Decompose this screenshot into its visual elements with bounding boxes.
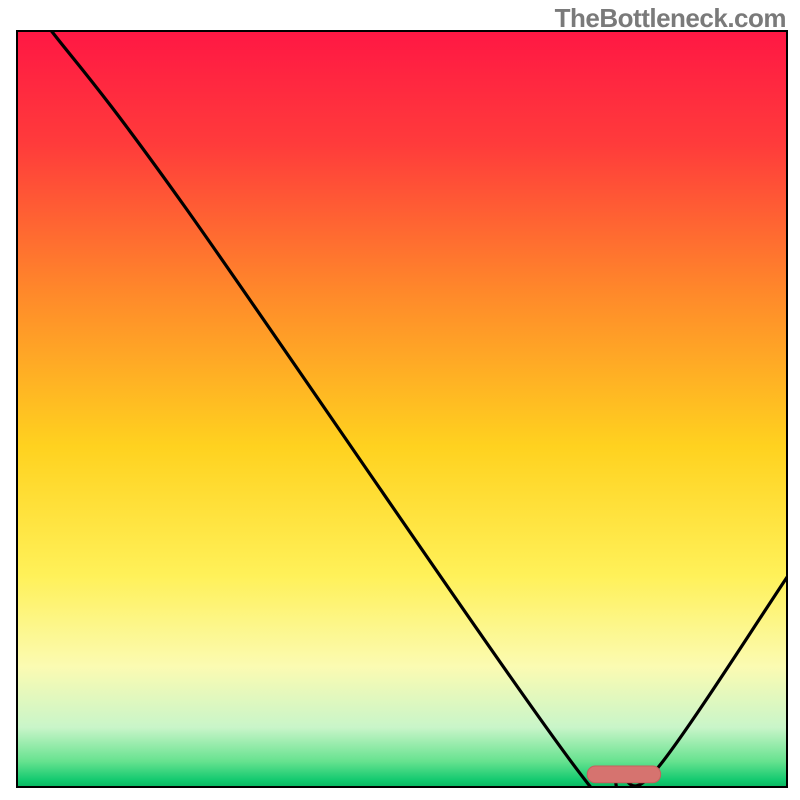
chart-frame: TheBottleneck.com — [0, 0, 800, 800]
plot-area — [16, 30, 788, 788]
chart-svg — [16, 30, 788, 788]
optimal-range-marker — [587, 766, 660, 783]
gradient-background — [16, 30, 788, 788]
